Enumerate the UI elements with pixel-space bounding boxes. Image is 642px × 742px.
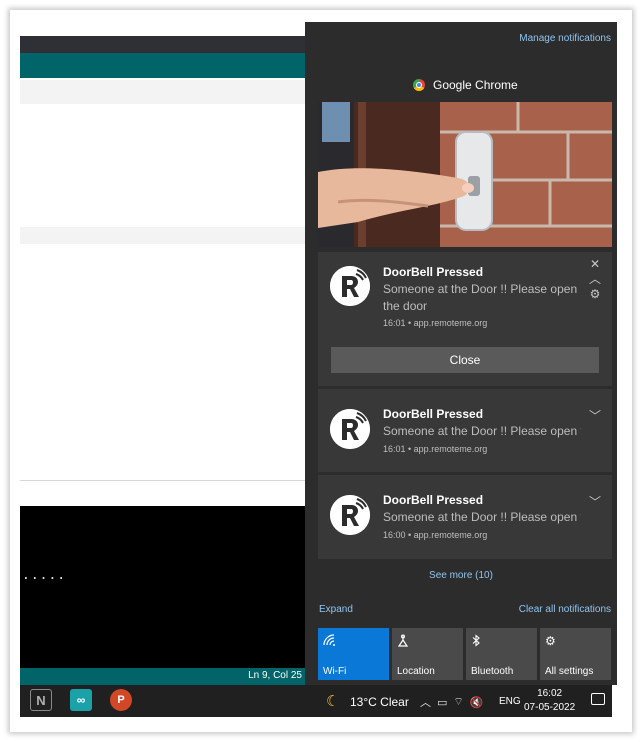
notification-title: DoorBell Pressed xyxy=(383,265,484,279)
quick-action-all-settings[interactable]: ⚙ All settings xyxy=(540,628,611,680)
chevron-down-icon[interactable]: ﹀ xyxy=(588,409,602,423)
wifi-icon[interactable]: ⌔ xyxy=(453,695,463,709)
remoteme-logo-icon xyxy=(330,266,370,306)
arduino-app-icon[interactable]: ∞ xyxy=(70,689,92,711)
chevron-up-icon[interactable]: ︿ xyxy=(588,272,602,286)
notification-center-icon[interactable] xyxy=(591,693,605,705)
gear-icon[interactable]: ⚙ xyxy=(588,287,602,301)
notification-meta: 16:01 • app.remoteme.org xyxy=(383,444,488,454)
quick-action-bluetooth[interactable]: Bluetooth xyxy=(466,628,537,680)
app-status-bar: Ln 9, Col 25 xyxy=(20,668,310,685)
weather-widget[interactable]: 13°C Clear xyxy=(350,695,409,709)
clear-all-notifications-link[interactable]: Clear all notifications xyxy=(519,604,611,615)
quick-action-label: All settings xyxy=(545,666,594,677)
app-name: Google Chrome xyxy=(433,78,518,92)
notification-body: Someone at the Door !! Please open t xyxy=(383,510,581,524)
see-more-link[interactable]: See more (10) xyxy=(305,570,617,581)
notification-card[interactable]: DoorBell Pressed Someone at the Door !! … xyxy=(318,389,612,472)
doorbell-photo xyxy=(318,102,612,247)
quick-action-label: Bluetooth xyxy=(471,666,514,677)
chevron-down-icon[interactable]: ﹀ xyxy=(588,495,602,509)
editor-divider xyxy=(20,480,310,481)
notification-app-header: Google Chrome xyxy=(413,78,518,92)
notification-meta: 16:00 • app.remoteme.org xyxy=(383,530,488,540)
battery-icon[interactable]: ▭ xyxy=(437,696,447,709)
notification-title: DoorBell Pressed xyxy=(383,407,484,421)
notification-body: Someone at the Door !! Please open the d… xyxy=(383,282,578,313)
doorbell-image[interactable] xyxy=(318,102,612,247)
remoteme-logo-icon xyxy=(330,495,370,535)
clock-date: 07-05-2022 xyxy=(524,702,576,713)
chrome-icon xyxy=(413,79,425,91)
app-toolbar xyxy=(20,53,310,78)
notification-title: DoorBell Pressed xyxy=(383,493,484,507)
system-tray: ︿ ▭ ⌔ 🔇 xyxy=(420,694,483,710)
bluetooth-icon xyxy=(471,634,481,650)
clock-time: 16:02 xyxy=(537,688,563,699)
action-center: Manage notifications Google Chrome DoorB… xyxy=(305,22,617,685)
chevron-up-icon[interactable]: ︿ xyxy=(420,694,431,710)
powerpoint-app-icon[interactable]: P xyxy=(110,689,132,711)
notification-meta: 16:01 • app.remoteme.org xyxy=(383,318,488,328)
editor-band xyxy=(20,227,310,244)
manage-notifications-link[interactable]: Manage notifications xyxy=(519,33,611,44)
quick-action-label: Wi-Fi xyxy=(323,666,347,677)
dismiss-icon[interactable]: ✕ xyxy=(588,257,602,271)
volume-muted-icon[interactable]: 🔇 xyxy=(470,696,484,709)
notification-body: Someone at the Door !! Please open t xyxy=(383,424,581,438)
console-panel xyxy=(20,506,310,668)
console-output: ..... xyxy=(22,568,67,583)
quick-action-label: Location xyxy=(397,666,435,677)
moon-icon[interactable]: ☾ xyxy=(326,692,339,710)
clock[interactable]: 16:02 07-05-2022 xyxy=(524,687,575,715)
cursor-position: Ln 9, Col 25 xyxy=(248,670,302,681)
app-title-bar xyxy=(20,36,310,53)
gear-icon: ⚙ xyxy=(545,634,556,648)
editor-band xyxy=(20,80,310,104)
location-icon xyxy=(397,634,409,650)
quick-action-location[interactable]: Location xyxy=(392,628,463,680)
quick-action-wifi[interactable]: Wi-Fi xyxy=(318,628,389,680)
input-language[interactable]: ENG xyxy=(499,696,521,707)
notion-app-icon[interactable]: N xyxy=(30,689,52,711)
notification-card[interactable]: DoorBell Pressed Someone at the Door !! … xyxy=(318,475,612,559)
taskbar: N ∞ P ☾ 13°C Clear ︿ ▭ ⌔ 🔇 ENG 16:02 07-… xyxy=(20,685,612,717)
remoteme-logo-icon xyxy=(330,409,370,449)
notification-close-button[interactable]: Close xyxy=(331,347,599,373)
notification-card[interactable]: DoorBell Pressed Someone at the Door !! … xyxy=(318,252,612,386)
wifi-icon xyxy=(323,634,337,649)
expand-link[interactable]: Expand xyxy=(319,604,353,615)
